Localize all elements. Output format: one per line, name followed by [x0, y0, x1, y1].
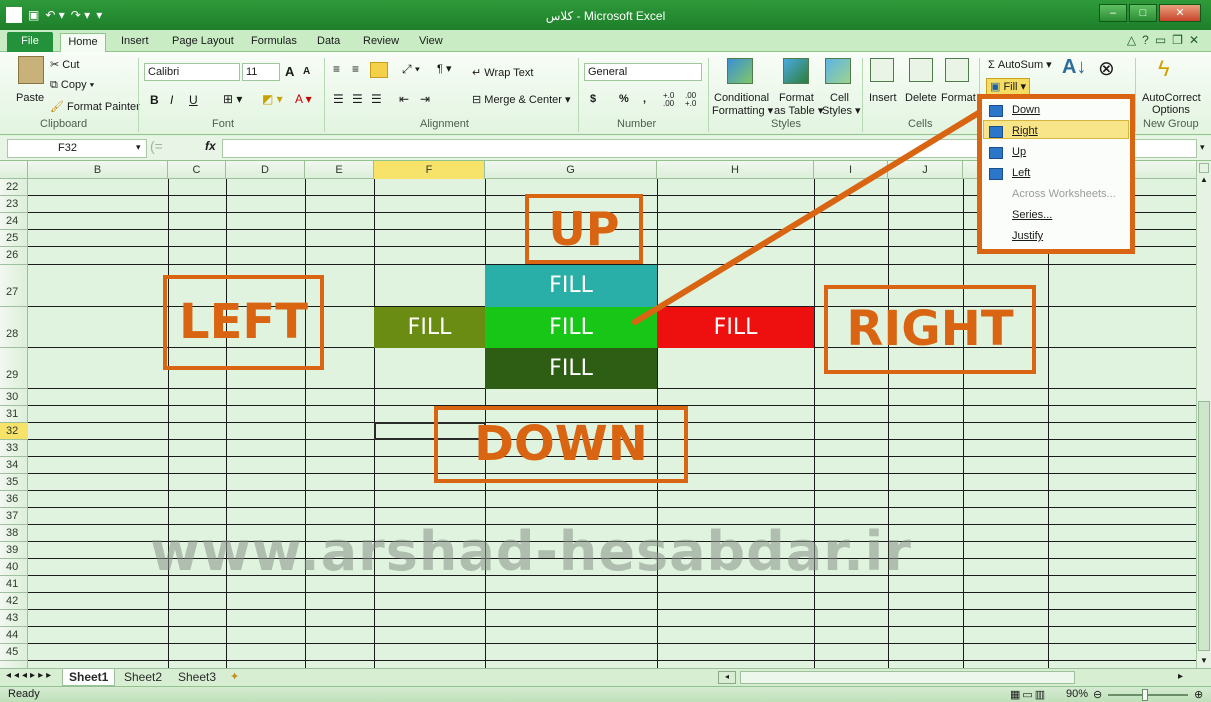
insert-sheet-icon[interactable]: ✦ — [230, 670, 239, 683]
sheet-tabs-bar: ◂◂◂▸▸▸ Sheet1 Sheet2 Sheet3 ✦ ◂ ▸ — [0, 668, 1211, 686]
sheet-tab[interactable]: Sheet3 — [172, 669, 222, 686]
scroll-down-icon[interactable]: ▼ — [1200, 656, 1208, 665]
hscroll-left-icon[interactable]: ◂ — [718, 671, 736, 684]
sheet-tab[interactable]: Sheet2 — [118, 669, 168, 686]
status-ready: Ready — [8, 688, 40, 700]
scroll-up-icon[interactable]: ▲ — [1200, 175, 1208, 184]
horizontal-scrollbar[interactable] — [740, 671, 1075, 684]
status-bar: Ready ▦▭▥ 90% ⊖ ⊕ — [0, 686, 1211, 702]
zoom-slider[interactable] — [1108, 694, 1188, 696]
zoom-slider-thumb[interactable] — [1142, 689, 1148, 701]
hscroll-right-icon[interactable]: ▸ — [1178, 671, 1183, 682]
view-buttons-icon[interactable]: ▦▭▥ — [1010, 688, 1047, 701]
sheet-nav-arrows-icon[interactable]: ◂◂◂▸▸▸ — [6, 670, 54, 681]
zoom-level[interactable]: 90% — [1066, 688, 1088, 700]
zoom-out-icon[interactable]: ⊖ — [1093, 688, 1102, 701]
zoom-in-icon[interactable]: ⊕ — [1194, 688, 1203, 701]
split-box-icon[interactable] — [1199, 163, 1209, 173]
vertical-scrollbar[interactable]: ▲ ▼ — [1196, 161, 1211, 668]
menu-callout-frame — [977, 94, 1135, 254]
sheet-tab-active[interactable]: Sheet1 — [62, 669, 116, 686]
scroll-thumb[interactable] — [1198, 401, 1210, 651]
excel-window: X ▣ ↶ ▾ ↷ ▾ ▾ کلاس - Microsoft Excel – □… — [0, 0, 1211, 702]
